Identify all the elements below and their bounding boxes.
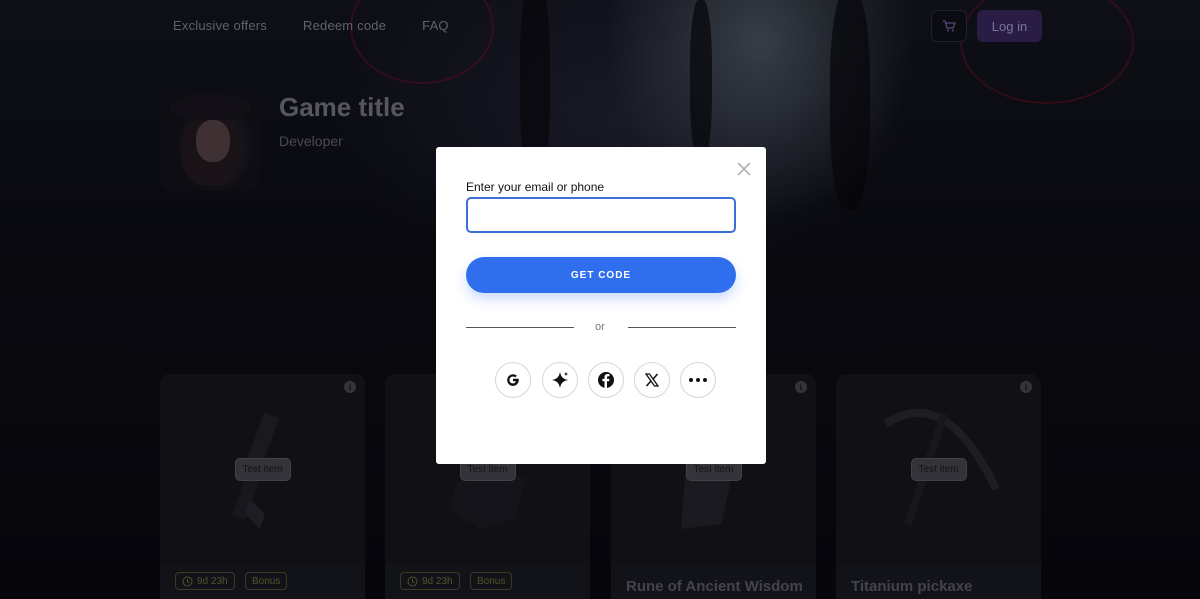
email-phone-label: Enter your email or phone	[466, 180, 605, 194]
x-login-button[interactable]	[634, 362, 670, 398]
more-options-button[interactable]	[680, 362, 716, 398]
google-icon	[507, 374, 519, 386]
email-phone-input[interactable]	[466, 197, 736, 233]
divider-line	[466, 327, 574, 328]
sparkle-icon	[552, 372, 568, 388]
facebook-icon	[598, 372, 614, 388]
facebook-login-button[interactable]	[588, 362, 624, 398]
close-icon[interactable]	[736, 161, 752, 177]
sparkle-login-button[interactable]	[542, 362, 578, 398]
login-modal: Enter your email or phone GET CODE or	[436, 147, 766, 464]
more-icon	[689, 378, 707, 382]
divider-line	[628, 327, 736, 328]
or-divider: or	[595, 321, 605, 333]
google-login-button[interactable]	[495, 362, 531, 398]
get-code-button[interactable]: GET CODE	[466, 257, 736, 293]
x-icon	[644, 373, 660, 387]
